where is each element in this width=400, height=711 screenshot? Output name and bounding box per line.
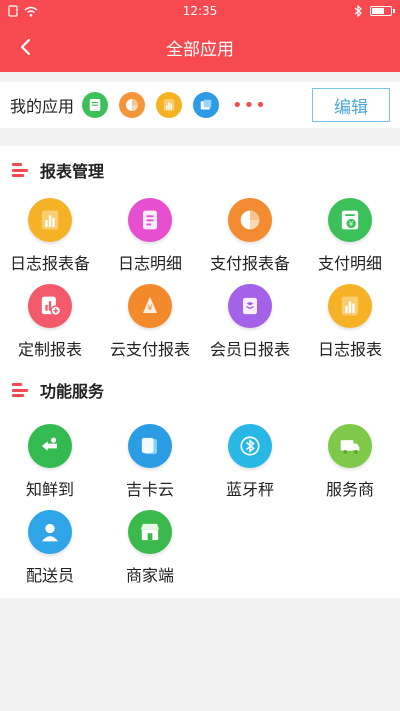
app-label: 支付明细 (317, 254, 382, 273)
app-tile[interactable]: 蓝牙秤 (200, 420, 300, 506)
app-label: 定制报表 (17, 340, 82, 359)
app-label: 吉卡云 (125, 480, 174, 499)
app-tile[interactable]: ¥ 云支付报表 (100, 280, 200, 366)
app-tile[interactable]: 日志报表 (300, 280, 400, 366)
document-icon (128, 198, 172, 242)
app-label: 日志报表 (317, 340, 382, 359)
all-apps-panel: 报表管理 日志报表备 日志明细 支付报表备 ¥ 支付明细 定制报表 ¥ 云支付报表 会员日报表日… (0, 146, 400, 598)
app-label: 商家端 (125, 566, 174, 585)
battery-icon (370, 6, 395, 16)
more-icon[interactable]: ••• (232, 95, 267, 116)
page-title: 全部应用 (166, 39, 234, 60)
section-mark-icon (12, 163, 28, 177)
custom-report-icon (28, 284, 72, 328)
app-tile[interactable]: 日志报表备 (0, 194, 100, 280)
section-mark-icon (12, 383, 28, 397)
app-label: 知鲜到 (25, 480, 74, 499)
app-tile[interactable]: 定制报表 (0, 280, 100, 366)
app-tile[interactable]: 会员日报表 (200, 280, 300, 366)
card-cloud-icon (128, 424, 172, 468)
app-label: 配送员 (25, 566, 74, 585)
app-label: 蓝牙秤 (225, 480, 274, 499)
truck-icon (328, 424, 372, 468)
section-title: 功能服务 (40, 382, 105, 401)
app-tile[interactable]: 商家端 (100, 506, 200, 592)
app-tile[interactable]: 服务商 (300, 420, 400, 506)
my-apps-bar: 我的应用 ••• 编辑 (0, 82, 400, 128)
service-apps-grid: 知鲜到 吉卡云 蓝牙秤 服务商配送员 商家端 (0, 420, 400, 592)
edit-button[interactable]: 编辑 (312, 88, 390, 122)
report-apps-grid: 日志报表备 日志明细 支付报表备 ¥ 支付明细定制报表 ¥ 云支付报表 会员日报表 日志报表 (0, 194, 400, 366)
report-icon[interactable] (82, 92, 109, 118)
app-tile[interactable]: 支付报表备 (200, 194, 300, 280)
pie-chart-icon[interactable] (119, 92, 146, 118)
app-tile[interactable]: 吉卡云 (100, 420, 200, 506)
section-header-services: 功能服务 (0, 366, 400, 414)
yuan-cloud-icon: ¥ (128, 284, 172, 328)
section-header-reports: 报表管理 (0, 146, 400, 194)
pie-chart-icon (228, 198, 272, 242)
app-label: 日志明细 (117, 254, 182, 273)
status-bar: 12:35 (0, 0, 400, 22)
svg-text:¥: ¥ (147, 303, 152, 313)
section-title: 报表管理 (40, 162, 105, 181)
app-label: 会员日报表 (209, 340, 290, 359)
bar-chart-icon[interactable] (156, 92, 183, 118)
box-icon[interactable] (193, 92, 220, 118)
back-button[interactable] (10, 22, 40, 72)
shop-icon (128, 510, 172, 554)
my-apps-label: 我的应用 (10, 97, 75, 116)
fresh-delivery-icon (28, 424, 72, 468)
status-time: 12:35 (182, 4, 218, 18)
back-arrow-icon (20, 38, 31, 56)
bar-chart-icon (28, 198, 72, 242)
app-label: 云支付报表 (109, 340, 190, 359)
app-tile[interactable]: 知鲜到 (0, 420, 100, 506)
bar-chart-icon (328, 284, 372, 328)
app-tile[interactable]: 日志明细 (100, 194, 200, 280)
app-label: 日志报表备 (9, 254, 90, 273)
layers-icon (228, 284, 272, 328)
my-apps-icons (82, 92, 230, 118)
app-label: 服务商 (325, 480, 374, 499)
bluetooth-icon (228, 424, 272, 468)
app-label: 支付报表备 (209, 254, 290, 273)
nav-bar: 全部应用 (0, 22, 400, 72)
yuan-report-icon: ¥ (328, 198, 372, 242)
app-tile[interactable]: ¥ 支付明细 (300, 194, 400, 280)
svg-text:¥: ¥ (349, 220, 354, 228)
app-tile[interactable]: 配送员 (0, 506, 100, 592)
courier-icon (28, 510, 72, 554)
